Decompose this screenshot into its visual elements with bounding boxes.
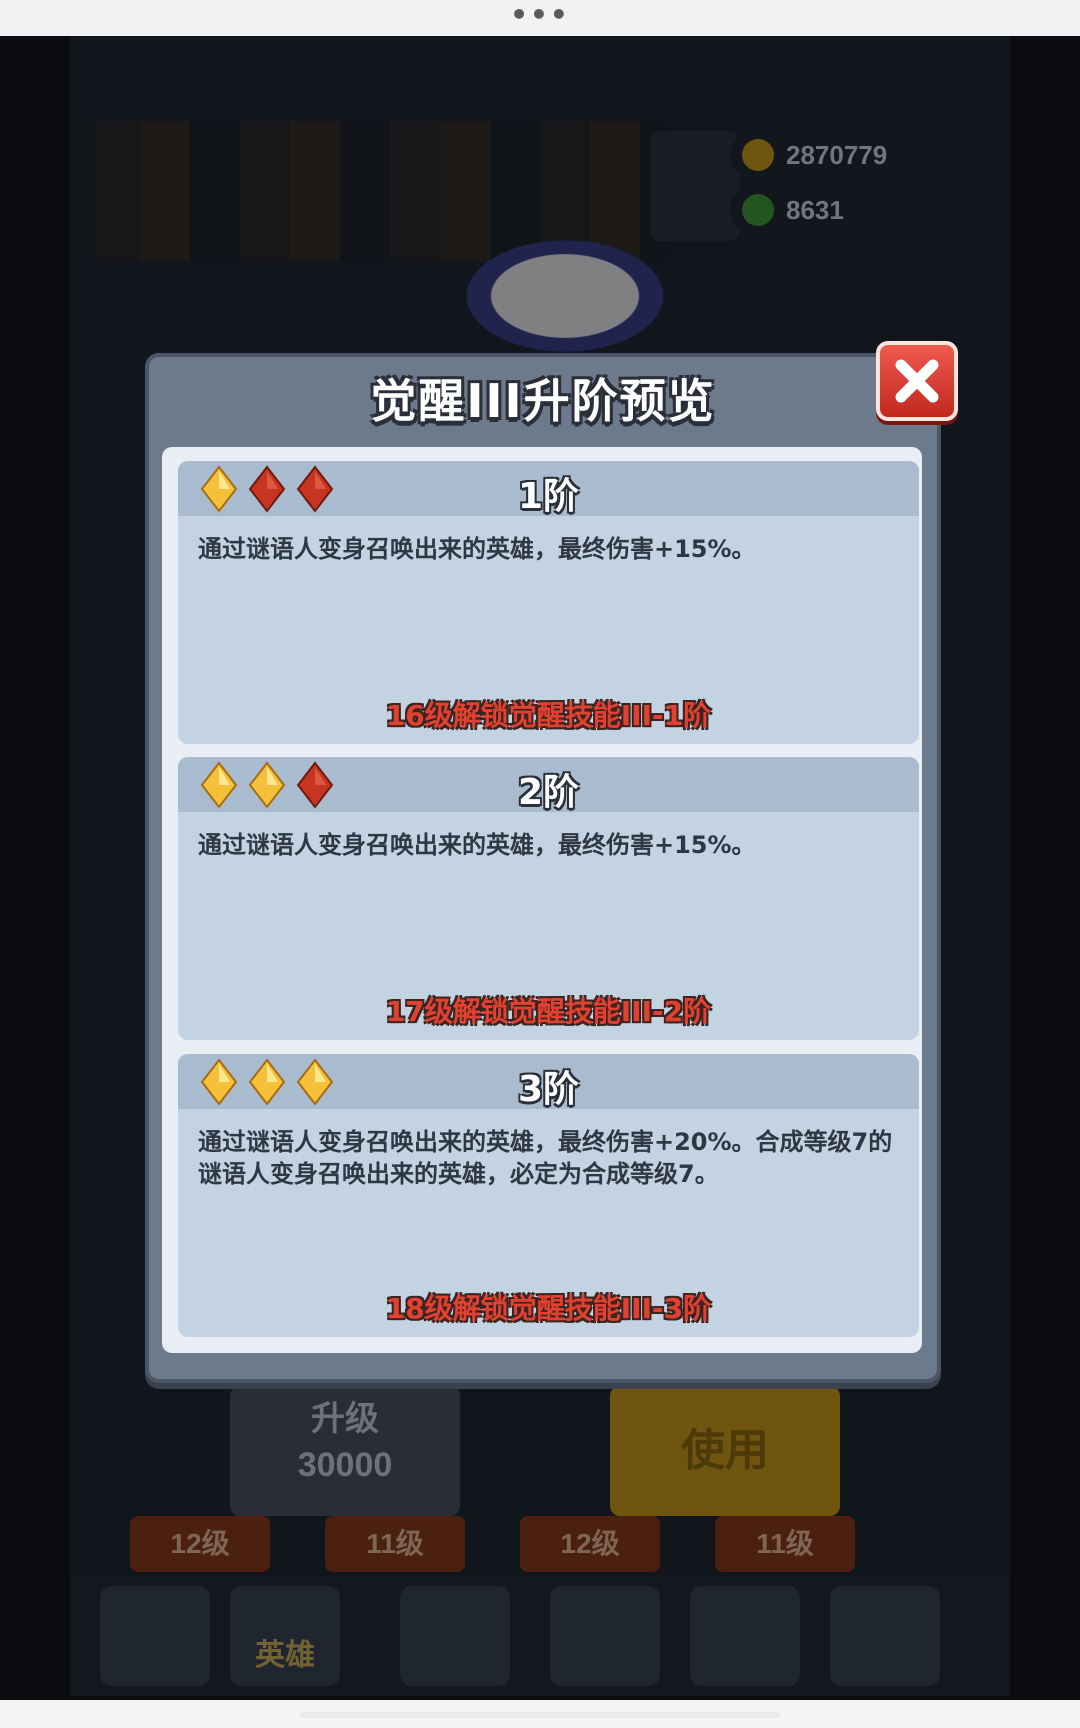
level-badge: 12级 [520, 1516, 660, 1572]
dialog-title: 觉醒III升阶预览 [370, 374, 716, 428]
home-indicator[interactable] [300, 1712, 780, 1718]
bottom-nav: 英雄 [70, 1576, 1010, 1696]
upgrade-label: 升级 [311, 1400, 379, 1438]
nav-tab-battle[interactable] [400, 1586, 510, 1686]
gem-counter: 8631 [730, 186, 970, 234]
close-icon [895, 359, 939, 403]
stage-unlock-text: 17级解锁觉醒技能III-2阶 [385, 995, 712, 1028]
nav-tab-shop[interactable] [100, 1586, 210, 1686]
status-top-bar: ••• [0, 0, 1080, 36]
upgrade-cost: 30000 [297, 1446, 393, 1484]
stage-name: 1阶 [517, 476, 580, 517]
level-badge: 12级 [130, 1516, 270, 1572]
nav-tab-hero[interactable]: 英雄 [230, 1586, 340, 1686]
gem-icon [742, 194, 774, 226]
upgrade-button[interactable]: 升级 30000 [230, 1386, 460, 1516]
close-button[interactable] [876, 341, 958, 421]
hero-hat-image [450, 231, 680, 361]
stage-unlock-text: 16级解锁觉醒技能III-1阶 [385, 699, 712, 732]
stage-card: 1阶 通过谜语人变身召唤出来的英雄，最终伤害+15%。 16级解锁觉醒技能III… [178, 461, 919, 744]
stage-card: 3阶 通过谜语人变身召唤出来的英雄，最终伤害+20%。合成等级7的谜语人变身召唤… [178, 1054, 919, 1337]
use-button[interactable]: 使用 [610, 1386, 840, 1516]
nav-tab-events[interactable] [830, 1586, 940, 1686]
level-badge: 11级 [715, 1516, 855, 1572]
stage-name: 2阶 [517, 772, 580, 813]
coin-amount: 2870779 [786, 140, 888, 170]
coin-counter: 2870779 [730, 131, 970, 179]
level-badge: 11级 [325, 1516, 465, 1572]
stage-description: 通过谜语人变身召唤出来的英雄，最终伤害+20%。合成等级7的谜语人变身召唤出来的… [198, 1128, 893, 1188]
stage-description: 通过谜语人变身召唤出来的英雄，最终伤害+15%。 [198, 535, 756, 563]
stage-unlock-text: 18级解锁觉醒技能III-3阶 [385, 1292, 712, 1325]
stage-description: 通过谜语人变身召唤出来的英雄，最终伤害+15%。 [198, 831, 756, 859]
stages-panel: 1阶 通过谜语人变身召唤出来的英雄，最终伤害+15%。 16级解锁觉醒技能III… [162, 447, 922, 1353]
stage-card: 2阶 通过谜语人变身召唤出来的英雄，最终伤害+15%。 17级解锁觉醒技能III… [178, 757, 919, 1040]
nav-tab-cards[interactable] [690, 1586, 800, 1686]
stage-header: 3阶 [178, 1054, 919, 1110]
coin-icon [742, 139, 774, 171]
stage-header: 2阶 [178, 757, 919, 813]
stage-header: 1阶 [178, 461, 919, 517]
nav-tab-guild[interactable] [550, 1586, 660, 1686]
upgrade-preview-dialog: 觉醒III升阶预览 1阶 通过谜语人变身召唤出来的英雄，最终伤害+15%。 16… [145, 341, 958, 1383]
gem-amount: 8631 [786, 195, 844, 225]
stage-name: 3阶 [517, 1069, 580, 1110]
more-options-icon[interactable]: ••• [0, 0, 1080, 36]
menu-icon[interactable] [650, 131, 740, 241]
